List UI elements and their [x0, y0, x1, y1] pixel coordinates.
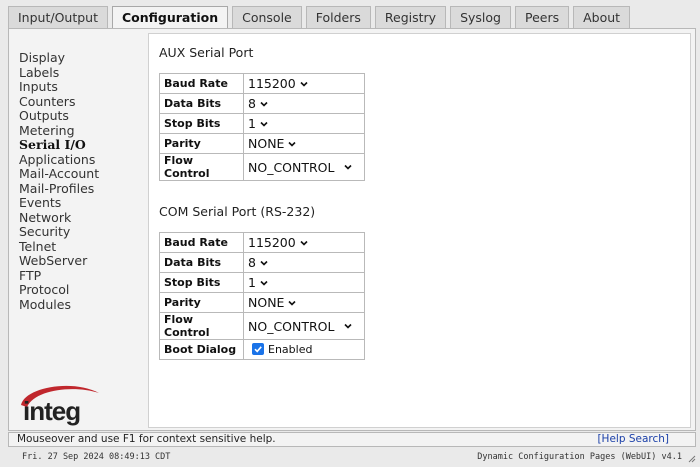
- aux-parity-label: Parity: [159, 133, 244, 154]
- content-panel: AUX Serial Port Baud Rate 115200 Data Bi…: [148, 33, 691, 428]
- chevron-down-icon: [260, 120, 268, 128]
- table-row: Data Bits 8: [159, 93, 365, 114]
- com-parity-select[interactable]: NONE: [248, 295, 297, 310]
- sidebar-item-metering[interactable]: Metering: [19, 123, 149, 139]
- com-baud-value: 115200: [248, 235, 296, 250]
- aux-stop-bits-value: 1: [248, 116, 256, 131]
- aux-stop-bits-select[interactable]: 1: [248, 116, 268, 131]
- table-row: Flow Control NO_CONTROL: [159, 153, 365, 181]
- tab-console[interactable]: Console: [232, 6, 302, 28]
- aux-parity-value: NONE: [248, 136, 285, 151]
- aux-data-bits-value: 8: [248, 96, 256, 111]
- sidebar-item-network[interactable]: Network: [19, 210, 149, 226]
- tab-peers[interactable]: Peers: [514, 6, 570, 28]
- tab-syslog[interactable]: Syslog: [450, 6, 511, 28]
- boot-dialog-value: Enabled: [268, 342, 313, 356]
- com-flow-control-value: NO_CONTROL: [248, 318, 335, 334]
- integ-logo: integ: [13, 379, 105, 427]
- chevron-down-icon: [344, 322, 352, 330]
- table-row: Boot Dialog Enabled: [159, 339, 365, 360]
- integ-logo-mark: integ: [21, 385, 99, 426]
- boot-dialog-checkbox[interactable]: [252, 343, 264, 355]
- com-stop-bits-label: Stop Bits: [159, 272, 244, 293]
- com-settings-table: Baud Rate 115200 Data Bits 8 Stop Bits 1…: [159, 232, 365, 360]
- sidebar-item-mail-account[interactable]: Mail-Account: [19, 166, 149, 182]
- chevron-down-icon: [260, 279, 268, 287]
- status-bar: Mouseover and use F1 for context sensiti…: [8, 432, 696, 447]
- tab-registry[interactable]: Registry: [374, 6, 447, 28]
- logo-text: integ: [23, 396, 80, 426]
- table-row: Baud Rate 115200: [159, 232, 365, 253]
- aux-data-bits-select[interactable]: 8: [248, 96, 268, 111]
- footer-version: Dynamic Configuration Pages (WebUI) v4.1: [477, 452, 682, 462]
- table-row: Data Bits 8: [159, 252, 365, 273]
- aux-section-title: AUX Serial Port: [159, 45, 254, 60]
- tab-bar: Input/Output Configuration Console Folde…: [8, 6, 634, 29]
- table-row: Parity NONE: [159, 292, 365, 313]
- sidebar-item-security[interactable]: Security: [19, 224, 149, 240]
- status-hint: Mouseover and use F1 for context sensiti…: [17, 433, 276, 445]
- aux-stop-bits-label: Stop Bits: [159, 113, 244, 134]
- chevron-down-icon: [344, 163, 352, 171]
- sidebar-item-counters[interactable]: Counters: [19, 94, 149, 110]
- sidebar: Display Labels Inputs Counters Outputs M…: [19, 50, 149, 313]
- chevron-down-icon: [300, 80, 308, 88]
- chevron-down-icon: [288, 299, 297, 307]
- aux-flow-control-label: Flow Control: [159, 153, 244, 181]
- help-search-link[interactable]: [Help Search]: [597, 433, 669, 446]
- sidebar-item-labels[interactable]: Labels: [19, 65, 149, 81]
- com-data-bits-select[interactable]: 8: [248, 255, 268, 270]
- com-data-bits-label: Data Bits: [159, 252, 244, 273]
- chevron-down-icon: [288, 140, 297, 148]
- tab-about[interactable]: About: [573, 6, 631, 28]
- com-flow-control-label: Flow Control: [159, 312, 244, 340]
- aux-parity-select[interactable]: NONE: [248, 136, 297, 151]
- aux-data-bits-label: Data Bits: [159, 93, 244, 114]
- chevron-down-icon: [300, 239, 308, 247]
- aux-flow-control-value: NO_CONTROL: [248, 159, 335, 175]
- com-boot-dialog-label: Boot Dialog: [159, 339, 244, 360]
- sidebar-item-events[interactable]: Events: [19, 195, 149, 211]
- com-data-bits-value: 8: [248, 255, 256, 270]
- sidebar-item-serial-io[interactable]: Serial I/O: [19, 137, 149, 153]
- com-parity-label: Parity: [159, 292, 244, 313]
- chevron-down-icon: [260, 100, 268, 108]
- com-baud-select[interactable]: 115200: [248, 235, 308, 250]
- com-flow-control-select[interactable]: NO_CONTROL: [248, 319, 352, 334]
- com-parity-value: NONE: [248, 295, 285, 310]
- sidebar-item-telnet[interactable]: Telnet: [19, 239, 149, 255]
- com-section-title: COM Serial Port (RS-232): [159, 204, 316, 219]
- resize-grip-icon[interactable]: [686, 452, 696, 463]
- aux-settings-table: Baud Rate 115200 Data Bits 8 Stop Bits 1…: [159, 73, 365, 181]
- sidebar-item-outputs[interactable]: Outputs: [19, 108, 149, 124]
- sidebar-item-webserver[interactable]: WebServer: [19, 253, 149, 269]
- sidebar-item-ftp[interactable]: FTP: [19, 268, 149, 284]
- tab-configuration[interactable]: Configuration: [112, 6, 229, 29]
- main-frame: Display Labels Inputs Counters Outputs M…: [8, 28, 696, 431]
- sidebar-item-applications[interactable]: Applications: [19, 152, 149, 168]
- table-row: Parity NONE: [159, 133, 365, 154]
- sidebar-item-protocol[interactable]: Protocol: [19, 282, 149, 298]
- aux-flow-control-select[interactable]: NO_CONTROL: [248, 160, 352, 175]
- sidebar-item-display[interactable]: Display: [19, 50, 149, 66]
- boot-dialog-checkbox-group: Enabled: [248, 343, 312, 356]
- aux-baud-label: Baud Rate: [159, 73, 244, 94]
- tab-folders[interactable]: Folders: [305, 6, 371, 28]
- table-row: Stop Bits 1: [159, 272, 365, 293]
- com-stop-bits-select[interactable]: 1: [248, 275, 268, 290]
- aux-baud-select[interactable]: 115200: [248, 76, 308, 91]
- checkmark-icon: [254, 346, 262, 353]
- sidebar-item-inputs[interactable]: Inputs: [19, 79, 149, 95]
- sidebar-item-modules[interactable]: Modules: [19, 297, 149, 313]
- aux-baud-value: 115200: [248, 76, 296, 91]
- com-stop-bits-value: 1: [248, 275, 256, 290]
- footer-datetime: Fri. 27 Sep 2024 08:49:13 CDT: [22, 452, 171, 462]
- chevron-down-icon: [260, 259, 268, 267]
- table-row: Baud Rate 115200: [159, 73, 365, 94]
- sidebar-item-mail-profiles[interactable]: Mail-Profiles: [19, 181, 149, 197]
- table-row: Stop Bits 1: [159, 113, 365, 134]
- com-baud-label: Baud Rate: [159, 232, 244, 253]
- tab-input-output[interactable]: Input/Output: [8, 6, 108, 28]
- table-row: Flow Control NO_CONTROL: [159, 312, 365, 340]
